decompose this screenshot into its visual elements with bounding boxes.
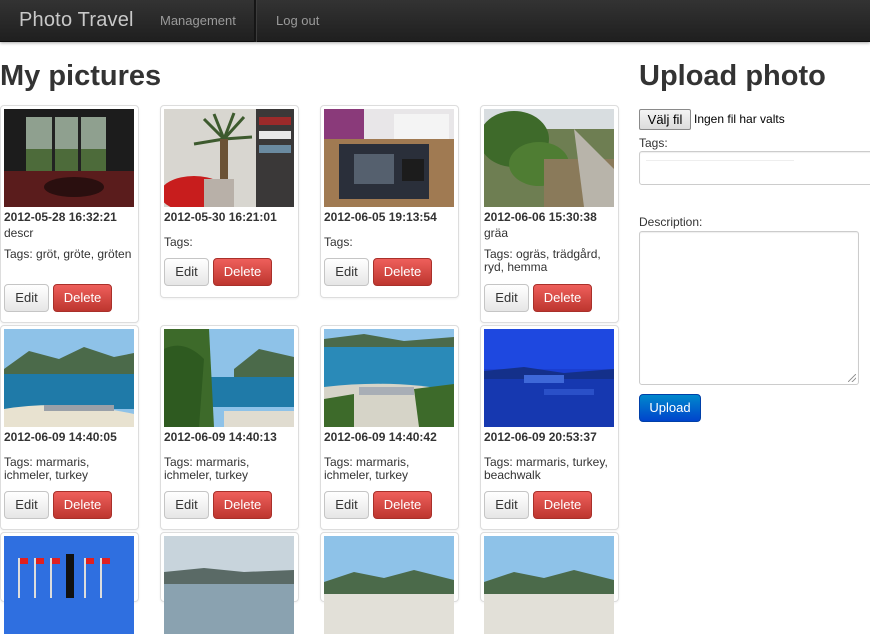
photo-date: 2012-06-09 20:53:37	[484, 430, 597, 444]
brand-logo[interactable]: Photo Travel	[19, 9, 134, 32]
photo-tags: Tags:	[164, 235, 193, 249]
picture-card: 2012-06-05 19:13:54 Tags: Edit Delete	[320, 105, 459, 298]
tags-input[interactable]	[639, 151, 870, 185]
delete-button[interactable]: Delete	[53, 284, 112, 312]
picture-card: 2012-06-06 15:30:38 gräa Tags: ogräs, tr…	[480, 105, 619, 323]
nav-management[interactable]: Management	[140, 0, 256, 42]
photo-description: descr	[4, 226, 34, 240]
photo-thumbnail[interactable]	[164, 109, 294, 207]
photo-date: 2012-06-09 14:40:13	[164, 430, 277, 444]
navbar: Photo Travel Management Log out	[0, 0, 870, 42]
photo-tags: Tags: ogräs, trädgård, ryd, hemma	[484, 247, 601, 274]
delete-button[interactable]: Delete	[373, 491, 432, 519]
tags-label: Tags:	[639, 136, 668, 150]
photo-date: 2012-05-28 16:32:21	[4, 210, 117, 224]
edit-button[interactable]: Edit	[484, 284, 529, 312]
picture-card: 2012-06-09 14:40:05 Tags: marmaris, ichm…	[0, 325, 139, 530]
picture-card: 2012-05-30 16:21:01 Tags: Edit Delete	[160, 105, 299, 298]
edit-button[interactable]: Edit	[4, 284, 49, 312]
picture-card: 2012-06-09 14:40:42 Tags: marmaris, ichm…	[320, 325, 459, 530]
picture-card: 2012-06-09 14:40:13 Tags: marmaris, ichm…	[160, 325, 299, 530]
page-title: My pictures	[0, 60, 162, 92]
edit-button[interactable]: Edit	[324, 491, 369, 519]
delete-button[interactable]: Delete	[373, 258, 432, 286]
photo-tags: Tags: gröt, gröte, gröten	[4, 247, 132, 261]
edit-button[interactable]: Edit	[164, 491, 209, 519]
photo-thumbnail[interactable]	[484, 536, 614, 634]
photo-tags: Tags: marmaris, ichmeler, turkey	[164, 455, 250, 482]
edit-button[interactable]: Edit	[164, 258, 209, 286]
photo-tags: Tags:	[324, 235, 353, 249]
photo-date: 2012-06-09 14:40:42	[324, 430, 437, 444]
photo-thumbnail[interactable]	[484, 329, 614, 427]
resize-grip-icon[interactable]	[848, 374, 856, 382]
photo-thumbnail[interactable]	[4, 536, 134, 634]
choose-file-button[interactable]: Välj fil	[639, 109, 691, 130]
photo-thumbnail[interactable]	[324, 536, 454, 634]
delete-button[interactable]: Delete	[213, 491, 272, 519]
edit-button[interactable]: Edit	[484, 491, 529, 519]
delete-button[interactable]: Delete	[213, 258, 272, 286]
description-label: Description:	[639, 215, 703, 229]
photo-date: 2012-06-06 15:30:38	[484, 210, 597, 224]
photo-thumbnail[interactable]	[324, 329, 454, 427]
photo-thumbnail[interactable]	[164, 329, 294, 427]
photo-thumbnail[interactable]	[4, 109, 134, 207]
picture-card: 2012-05-28 16:32:21 descr Tags: gröt, gr…	[0, 105, 139, 323]
photo-date: 2012-06-09 14:40:05	[4, 430, 117, 444]
photo-date: 2012-05-30 16:21:01	[164, 210, 277, 224]
file-status: Ingen fil har valts	[694, 112, 785, 126]
photo-thumbnail[interactable]	[4, 329, 134, 427]
upload-button[interactable]: Upload	[639, 394, 701, 422]
delete-button[interactable]: Delete	[533, 284, 592, 312]
edit-button[interactable]: Edit	[324, 258, 369, 286]
photo-tags: Tags: marmaris, ichmeler, turkey	[4, 455, 90, 482]
edit-button[interactable]: Edit	[4, 491, 49, 519]
upload-title: Upload photo	[639, 60, 826, 92]
photo-thumbnail[interactable]	[484, 109, 614, 207]
delete-button[interactable]: Delete	[533, 491, 592, 519]
photo-tags: Tags: marmaris, turkey, beachwalk	[484, 455, 608, 482]
picture-card: 2012-06-09 20:53:37 Tags: marmaris, turk…	[480, 325, 619, 530]
photo-tags: Tags: marmaris, ichmeler, turkey	[324, 455, 410, 482]
photo-date: 2012-06-05 19:13:54	[324, 210, 437, 224]
delete-button[interactable]: Delete	[53, 491, 112, 519]
photo-thumbnail[interactable]	[164, 536, 294, 634]
description-textarea[interactable]	[639, 231, 859, 385]
photo-description: gräa	[484, 226, 509, 240]
tags-input-value	[646, 160, 794, 176]
photo-thumbnail[interactable]	[324, 109, 454, 207]
nav-logout[interactable]: Log out	[255, 0, 339, 42]
